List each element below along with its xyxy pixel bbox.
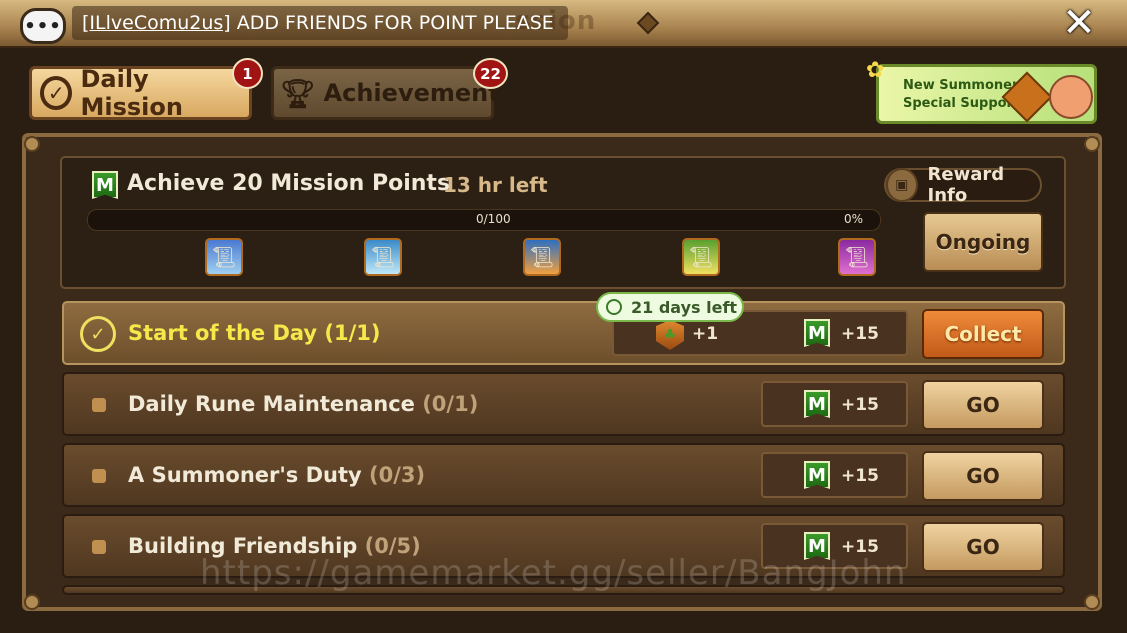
butterfly-icon: ✿	[866, 58, 885, 83]
days-left-label: 21 days left	[631, 297, 738, 317]
trophy-icon: 🏆︎	[280, 76, 316, 110]
mission-title: A Summoner's Duty	[128, 463, 362, 487]
mascot-character-icon	[1049, 75, 1093, 119]
mission-name: Start of the Day (1/1)	[128, 321, 381, 345]
mission-point-icon: M	[804, 461, 830, 489]
mission-name: Daily Rune Maintenance (0/1)	[128, 392, 478, 416]
ongoing-button[interactable]: Ongoing	[923, 212, 1043, 272]
time-left-label: 13 hr left	[443, 173, 548, 197]
tab-daily-mission[interactable]: ✓ Daily Mission	[29, 65, 252, 121]
chat-bubble-icon[interactable]: •••	[20, 8, 66, 44]
mission-progress: (1/1)	[324, 321, 381, 345]
frame-corner-ornament	[24, 136, 40, 152]
scroll-reward-icon[interactable]: 📜︎	[205, 238, 243, 276]
summary-title: Achieve 20 Mission Points	[127, 171, 451, 196]
mission-name: A Summoner's Duty (0/3)	[128, 463, 425, 487]
mission-reward-box	[761, 381, 908, 427]
tab-daily-mission-label: Daily Mission	[80, 65, 183, 121]
bullet-icon	[92, 469, 106, 483]
mission-progress: (0/1)	[422, 392, 479, 416]
points-reward: +15	[841, 324, 879, 344]
progress-count: 0/100	[476, 212, 511, 226]
item-reward-amount: +1	[692, 324, 719, 344]
scroll-reward-icon[interactable]: 📜︎	[364, 238, 402, 276]
watermark-text: https://gamemarket.gg/seller/BangJohn	[200, 553, 907, 593]
frame-corner-ornament	[1084, 594, 1100, 610]
clock-icon	[606, 299, 622, 315]
check-circle-icon: ✓	[80, 316, 116, 352]
mission-point-icon: M	[804, 390, 830, 418]
mission-title: Daily Rune Maintenance	[128, 392, 415, 416]
frame-corner-ornament	[1084, 136, 1100, 152]
notification-badge: 22	[473, 58, 508, 89]
notification-badge: 1	[232, 58, 263, 89]
close-button[interactable]: ✕	[1058, 3, 1100, 43]
points-reward: +15	[841, 466, 879, 486]
frame-corner-ornament	[24, 594, 40, 610]
tab-achievement-label: Achievement	[323, 79, 500, 107]
chat-message-text: ADD FRIENDS FOR POINT PLEASE	[236, 12, 554, 34]
go-button[interactable]: GO	[922, 451, 1044, 501]
chat-username[interactable]: [ILlveComu2us]	[82, 12, 231, 34]
collect-button[interactable]: Collect	[922, 309, 1044, 359]
bullet-icon	[92, 398, 106, 412]
points-reward: +15	[841, 395, 879, 415]
scroll-reward-icon[interactable]: 📜︎	[682, 238, 720, 276]
mission-progress: (0/3)	[369, 463, 426, 487]
treasure-chest-icon: ▣	[886, 168, 918, 202]
scroll-reward-icon[interactable]: 📜︎	[523, 238, 561, 276]
go-button[interactable]: GO	[922, 522, 1044, 572]
mission-reward-box	[761, 452, 908, 498]
days-left-tooltip: 21 days left	[596, 292, 744, 322]
progress-percent: 0%	[844, 212, 864, 226]
tab-achievement[interactable]: 🏆︎ Achievement	[271, 66, 500, 120]
reward-info-label: Reward Info	[927, 164, 1005, 206]
go-button[interactable]: GO	[922, 380, 1044, 430]
mission-title: Start of the Day	[128, 321, 318, 345]
chat-message-banner[interactable]: [ILlveComu2us] ADD FRIENDS FOR POINT PLE…	[72, 6, 568, 40]
promo-line-1: New Summoner	[903, 78, 1019, 93]
mission-point-icon: M	[804, 319, 830, 347]
reward-info-button[interactable]: ▣ Reward Info	[884, 164, 1042, 206]
new-summoner-support-banner[interactable]: New Summoner Special Support	[876, 64, 1097, 124]
checkmark-icon: ✓	[40, 76, 73, 110]
scroll-reward-icon[interactable]: 📜︎	[838, 238, 876, 276]
bullet-icon	[92, 540, 106, 554]
